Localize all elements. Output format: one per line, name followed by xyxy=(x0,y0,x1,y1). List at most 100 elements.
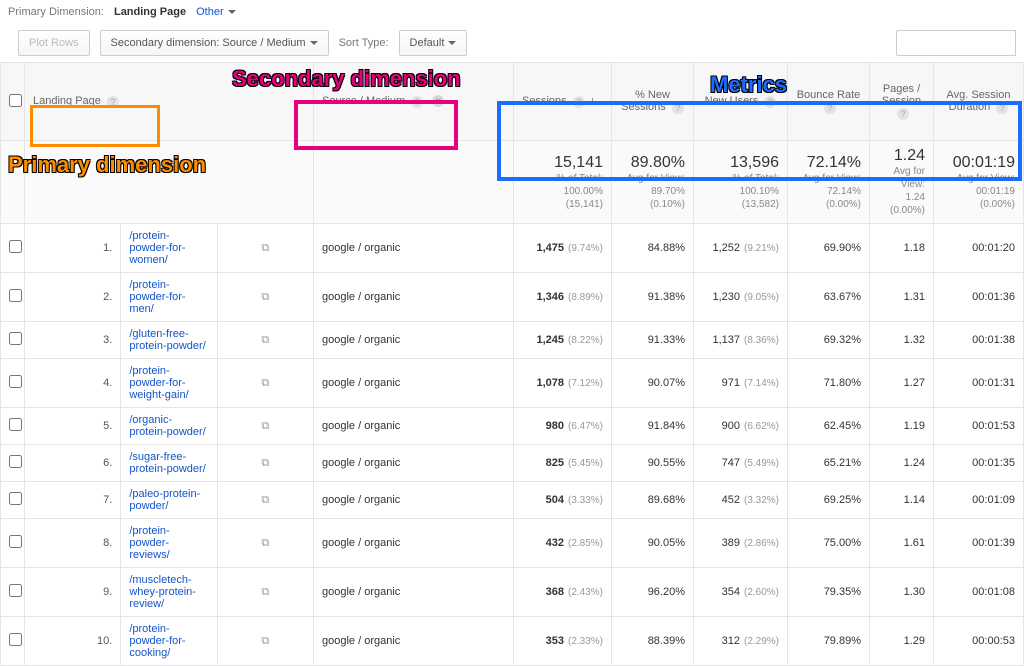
pct-new-cell: 90.05% xyxy=(612,519,694,568)
table-row: 6./sugar-free-protein-powder/⧉google / o… xyxy=(1,445,1024,482)
row-index: 3. xyxy=(25,322,121,359)
row-checkbox[interactable] xyxy=(9,492,22,505)
other-link[interactable]: Other xyxy=(196,6,236,18)
primary-dimension-value[interactable]: Landing Page xyxy=(114,6,186,18)
external-link-icon[interactable]: ⧉ xyxy=(261,420,269,432)
bounce-cell: 63.67% xyxy=(788,273,870,322)
source-medium-header[interactable]: Source / Medium ? ✕ xyxy=(314,63,514,141)
row-checkbox[interactable] xyxy=(9,633,22,646)
landing-page-link[interactable]: /protein-powder-for-men/ xyxy=(129,279,185,315)
table-row: 8./protein-powder-reviews/⧉google / orga… xyxy=(1,519,1024,568)
new-users-cell: 1,137(8.36%) xyxy=(694,322,788,359)
sessions-cell: 432(2.85%) xyxy=(514,519,612,568)
avg-duration-header[interactable]: Avg. Session Duration ? xyxy=(934,63,1024,141)
pages-cell: 1.19 xyxy=(870,408,934,445)
duration-cell: 00:01:35 xyxy=(934,445,1024,482)
row-index: 8. xyxy=(25,519,121,568)
help-icon[interactable]: ? xyxy=(107,96,119,108)
table-row: 2./protein-powder-for-men/⧉google / orga… xyxy=(1,273,1024,322)
external-link-icon[interactable]: ⧉ xyxy=(261,586,269,598)
help-icon[interactable]: ? xyxy=(996,102,1008,114)
row-checkbox[interactable] xyxy=(9,535,22,548)
row-index: 4. xyxy=(25,359,121,408)
row-checkbox[interactable] xyxy=(9,289,22,302)
external-link-icon[interactable]: ⧉ xyxy=(261,377,269,389)
landing-page-link[interactable]: /protein-powder-for-weight-gain/ xyxy=(129,365,188,401)
chevron-down-icon xyxy=(310,41,318,45)
search-input[interactable] xyxy=(896,30,1016,56)
landing-page-link[interactable]: /protein-powder-for-women/ xyxy=(129,230,185,266)
plot-rows-button[interactable]: Plot Rows xyxy=(18,30,90,56)
help-icon[interactable]: ? xyxy=(824,102,836,114)
pct-new-cell: 90.07% xyxy=(612,359,694,408)
new-users-cell: 747(5.49%) xyxy=(694,445,788,482)
new-users-cell: 452(3.32%) xyxy=(694,482,788,519)
sessions-cell: 1,346(8.89%) xyxy=(514,273,612,322)
external-link-icon[interactable]: ⧉ xyxy=(261,334,269,346)
sessions-cell: 980(6.47%) xyxy=(514,408,612,445)
source-medium-cell: google / organic xyxy=(314,322,514,359)
bounce-cell: 62.45% xyxy=(788,408,870,445)
landing-page-link[interactable]: /sugar-free-protein-powder/ xyxy=(129,451,205,475)
row-checkbox[interactable] xyxy=(9,332,22,345)
row-checkbox[interactable] xyxy=(9,584,22,597)
pct-new-cell: 91.84% xyxy=(612,408,694,445)
duration-cell: 00:01:09 xyxy=(934,482,1024,519)
source-medium-cell: google / organic xyxy=(314,273,514,322)
sessions-cell: 353(2.33%) xyxy=(514,617,612,666)
external-link-icon[interactable]: ⧉ xyxy=(261,291,269,303)
landing-page-header[interactable]: Landing Page ? xyxy=(25,63,314,141)
sort-type-dropdown[interactable]: Default xyxy=(399,30,468,56)
remove-dimension-icon[interactable]: ✕ xyxy=(432,95,444,107)
external-link-icon[interactable]: ⧉ xyxy=(261,635,269,647)
sessions-cell: 1,245(8.22%) xyxy=(514,322,612,359)
landing-page-link[interactable]: /gluten-free-protein-powder/ xyxy=(129,328,205,352)
help-icon[interactable]: ? xyxy=(411,96,423,108)
external-link-icon[interactable]: ⧉ xyxy=(261,457,269,469)
row-index: 10. xyxy=(25,617,121,666)
help-icon[interactable]: ? xyxy=(897,108,909,120)
select-all-checkbox[interactable] xyxy=(9,94,22,107)
row-checkbox[interactable] xyxy=(9,418,22,431)
landing-page-link[interactable]: /paleo-protein-powder/ xyxy=(129,488,200,512)
sessions-cell: 825(5.45%) xyxy=(514,445,612,482)
summary-row: 15,141 % of Total: 100.00% (15,141) 89.8… xyxy=(1,141,1024,224)
table-row: 1./protein-powder-for-women/⧉google / or… xyxy=(1,224,1024,273)
landing-page-link[interactable]: /organic-protein-powder/ xyxy=(129,414,205,438)
new-users-cell: 312(2.29%) xyxy=(694,617,788,666)
pages-session-header[interactable]: Pages / Session ? xyxy=(870,63,934,141)
bounce-rate-header[interactable]: Bounce Rate ? xyxy=(788,63,870,141)
row-index: 9. xyxy=(25,568,121,617)
duration-cell: 00:01:20 xyxy=(934,224,1024,273)
select-all-cell xyxy=(1,63,25,141)
row-index: 6. xyxy=(25,445,121,482)
secondary-dimension-dropdown[interactable]: Secondary dimension: Source / Medium xyxy=(100,30,329,56)
pct-new-sessions-header[interactable]: % New Sessions ? xyxy=(612,63,694,141)
table-row: 3. /gluten-free-protein-powder/ ⧉ google / … xyxy=(1,322,1024,359)
external-link-icon[interactable]: ⧉ xyxy=(261,537,269,549)
source-medium-cell: google / organic xyxy=(314,359,514,408)
external-link-icon[interactable]: ⧉ xyxy=(261,494,269,506)
help-icon[interactable]: ? xyxy=(672,102,684,114)
source-medium-cell: google / organic xyxy=(314,224,514,273)
sessions-header[interactable]: Sessions ? ↓ xyxy=(514,63,612,141)
landing-page-link[interactable]: /protein-powder-for-cooking/ xyxy=(129,623,185,659)
pages-cell: 1.29 xyxy=(870,617,934,666)
table-row: 4./protein-powder-for-weight-gain/ ⧉ googl… xyxy=(1,359,1024,408)
summary-duration: 00:01:19 Avg for View: 00:01:19 (0.00%) xyxy=(934,141,1024,224)
new-users-cell: 900(6.62%) xyxy=(694,408,788,445)
row-checkbox[interactable] xyxy=(9,240,22,253)
landing-page-link[interactable]: /protein-powder-reviews/ xyxy=(129,525,169,561)
help-icon[interactable]: ? xyxy=(573,96,585,108)
summary-sessions: 15,141 % of Total: 100.00% (15,141) xyxy=(514,141,612,224)
row-checkbox[interactable] xyxy=(9,455,22,468)
sessions-cell: 1,475(9.74%) xyxy=(514,224,612,273)
chevron-down-icon xyxy=(228,10,236,14)
external-link-icon[interactable]: ⧉ xyxy=(261,242,269,254)
help-icon[interactable]: ? xyxy=(764,96,776,108)
new-users-header[interactable]: New Users ? xyxy=(694,63,788,141)
landing-page-link[interactable]: /muscletech-whey-protein-review/ xyxy=(129,574,196,610)
row-checkbox[interactable] xyxy=(9,375,22,388)
source-medium-cell: google / organic xyxy=(314,568,514,617)
new-users-cell: 354(2.60%) xyxy=(694,568,788,617)
